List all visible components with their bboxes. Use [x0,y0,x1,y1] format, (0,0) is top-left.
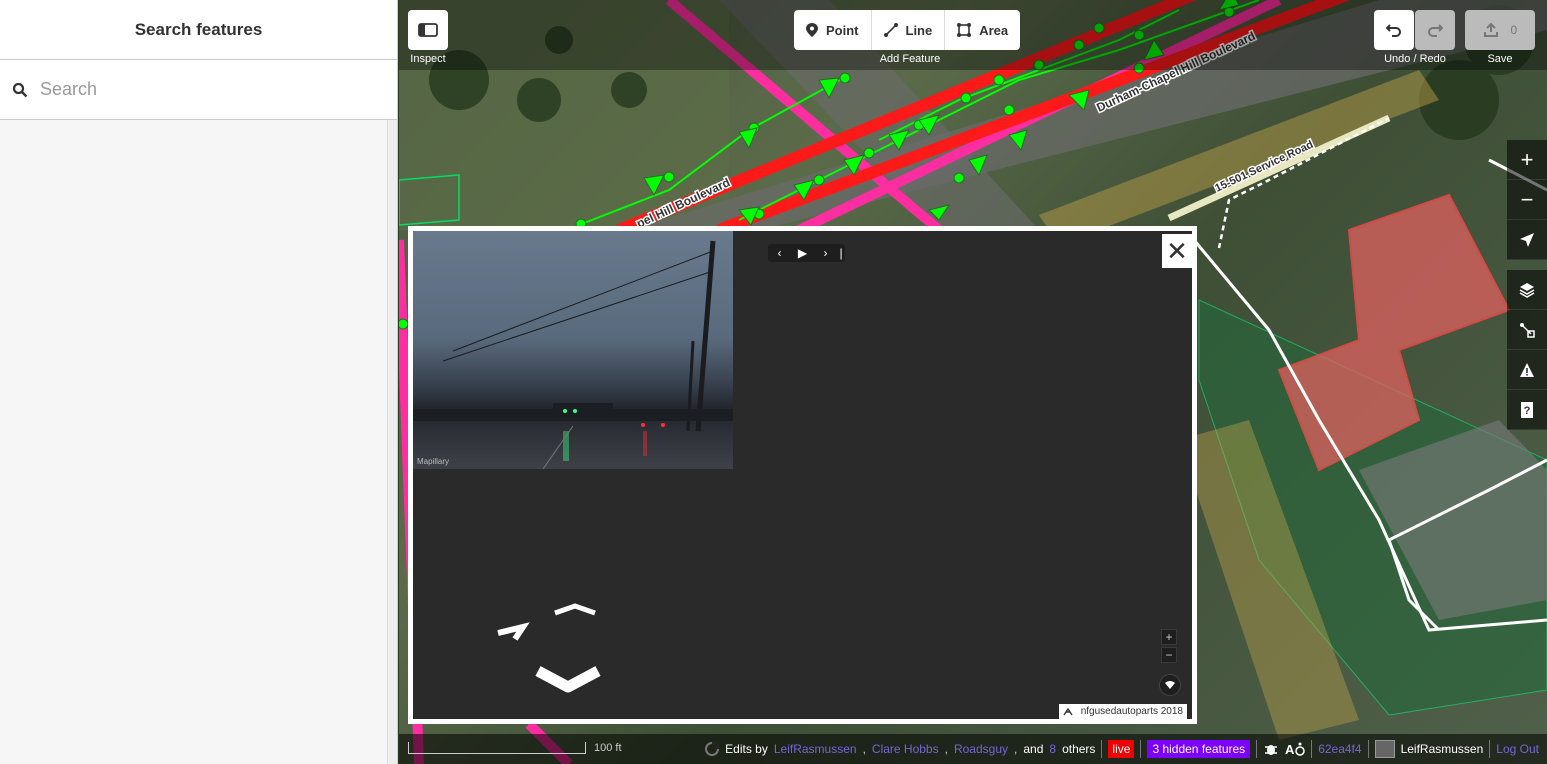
undo-icon [1386,24,1401,37]
street-scene [413,240,733,469]
username-link[interactable]: LeifRasmussen [1401,742,1484,756]
street-photo[interactable]: Mapillary [413,231,733,469]
area-icon [957,23,972,37]
undo-button[interactable] [1374,10,1414,50]
background-button[interactable] [1507,270,1547,310]
geolocate-button[interactable] [1507,220,1547,260]
editor-link-2[interactable]: Clare Hobbs [872,742,939,756]
zoom-in-button[interactable]: + [1507,140,1547,180]
direction-arrows [497,603,601,693]
footer-divider [1367,740,1369,758]
svg-text:?: ? [1524,405,1531,417]
location-arrow-icon [1520,232,1534,247]
editor-link-3[interactable]: Roadsguy [954,742,1008,756]
add-area-button[interactable]: Area [945,10,1020,50]
add-point-button[interactable]: Point [794,10,872,50]
save-button[interactable]: 0 [1465,10,1535,50]
sidebar-title: Search features [0,0,397,60]
help-icon: ? [1521,401,1533,418]
photo-zoom-controls: + − [1161,629,1177,665]
warning-icon [1520,362,1534,377]
top-toolbar: Inspect Point Line Area Add Feature Undo… [399,0,1547,70]
photo-attribution[interactable]: nfgusedautoparts 2018 [1058,704,1187,719]
search-icon [12,82,28,97]
history-spinner-icon [705,742,720,756]
next-photo-icon[interactable]: › [814,246,837,260]
point-label: Point [826,22,859,38]
footer-info: Edits by LeifRasmussen, Clare Hobbs, Roa… [705,734,1539,764]
layers-icon [1519,282,1535,298]
footer-divider [1140,740,1142,758]
close-icon: ✕ [1166,235,1188,266]
search-row [0,60,397,120]
edits-by-prefix: Edits by [725,742,768,756]
footer-divider [1489,740,1491,758]
save-label: Save [1487,53,1513,65]
line-icon [883,23,898,37]
arrow-backward-icon[interactable] [535,666,601,693]
sequence-controls: ‹ ▶ › | [768,244,845,262]
help-button[interactable]: ? [1507,390,1547,430]
add-feature-label: Add Feature [879,53,941,65]
map-data-icon [1520,322,1535,338]
hidden-features-badge[interactable]: 3 hidden features [1147,740,1251,758]
area-label: Area [979,22,1009,38]
photo-viewer: Mapillary ‹ ▶ › | + − nfgusedautoparts 2… [408,226,1197,724]
logout-link[interactable]: Log Out [1496,742,1539,756]
others-text: others [1062,742,1096,756]
svg-text:A: A [1285,742,1295,757]
sidebar-scrollbar[interactable] [387,120,397,764]
compass-icon [1165,681,1175,689]
arrow-left-icon[interactable] [497,622,530,641]
footer-bar: 100 ft Edits by LeifRasmussen, Clare Hob… [399,734,1547,764]
line-label: Line [905,22,933,38]
previous-photo-icon[interactable]: ‹ [768,246,791,260]
live-badge: live [1108,740,1135,758]
inspect-label: Inspect [410,53,446,65]
mapillary-logo-icon [1063,707,1073,715]
and-text: and [1023,742,1044,756]
footer-divider [1101,740,1103,758]
map-data-button[interactable] [1507,310,1547,350]
sidebar-toggle-icon [418,23,438,37]
save-count: 0 [1510,23,1518,37]
bug-icon[interactable] [1263,741,1279,757]
inspect-button[interactable] [408,10,448,50]
editor-link-1[interactable]: LeifRasmussen [774,742,857,756]
minus-icon: − [1520,186,1534,212]
footer-divider [1256,740,1258,758]
issues-button[interactable] [1507,350,1547,390]
redo-icon [1428,24,1443,37]
add-feature-group: Point Line Area [794,10,1021,50]
sidebar: Search features [0,0,398,764]
footer-divider [1311,740,1313,758]
search-input[interactable] [40,79,380,100]
arrow-forward-icon[interactable] [554,603,596,616]
redo-button[interactable] [1415,10,1455,50]
sequence-divider: | [839,246,843,260]
accessibility-icon[interactable]: A [1285,741,1305,757]
compass-button[interactable] [1159,674,1181,696]
map-controls: + − ? [1507,140,1547,430]
undo-redo-label: Undo / Redo [1384,53,1446,65]
photo-viewport[interactable]: Mapillary ‹ ▶ › | + − nfgusedautoparts 2… [413,231,1192,719]
play-icon[interactable]: ▶ [791,246,814,260]
navigation-arrows [493,601,633,716]
upload-icon [1483,22,1498,37]
photo-zoom-out-button[interactable]: − [1161,647,1177,663]
add-line-button[interactable]: Line [872,10,946,50]
scale-label: 100 ft [594,742,622,754]
others-count-link[interactable]: 8 [1049,742,1056,756]
mapillary-watermark: Mapillary [417,457,450,466]
scale-bar[interactable] [408,742,586,754]
plus-icon: + [1520,146,1534,172]
close-photo-viewer-button[interactable]: ✕ [1162,234,1192,268]
point-icon [806,23,818,37]
zoom-out-button[interactable]: − [1507,180,1547,220]
user-avatar[interactable] [1374,740,1395,758]
attribution-text: nfgusedautoparts 2018 [1080,706,1183,717]
version-link[interactable]: 62ea4f4 [1318,742,1361,756]
photo-zoom-in-button[interactable]: + [1161,629,1177,645]
